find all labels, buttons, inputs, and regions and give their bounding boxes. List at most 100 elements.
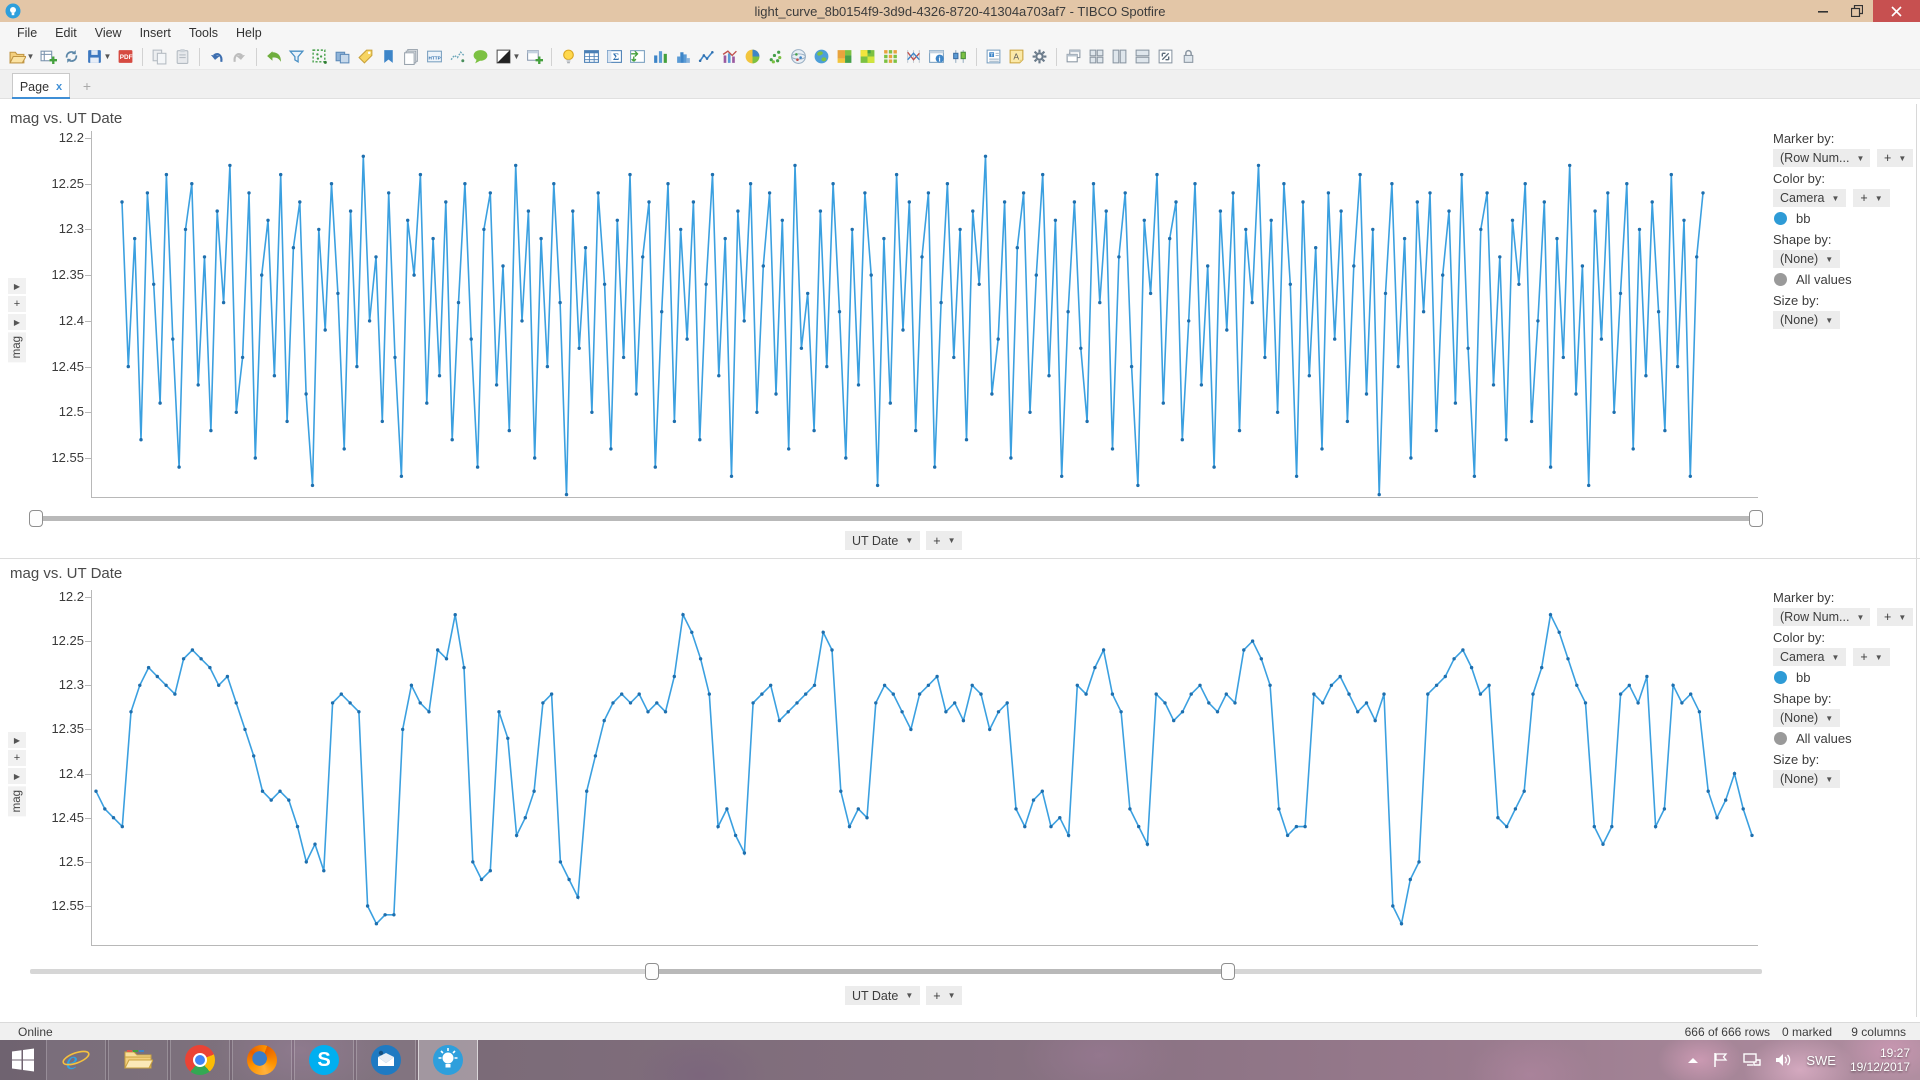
x-range-slider-handle-right[interactable]: [1221, 963, 1235, 980]
pages-icon[interactable]: [400, 46, 423, 68]
line-chart-plot[interactable]: [92, 590, 1758, 945]
size-by-dropdown[interactable]: (None) ▼: [1773, 770, 1840, 788]
comment-icon[interactable]: [469, 46, 492, 68]
tray-expand-icon[interactable]: [1687, 1056, 1699, 1064]
x-range-slider-handle-left[interactable]: [645, 963, 659, 980]
contrast-icon[interactable]: ▼: [492, 46, 523, 68]
shape-by-dropdown[interactable]: (None) ▼: [1773, 709, 1840, 727]
y-axis-add-button[interactable]: +: [8, 750, 26, 766]
y-axis-expand2-icon[interactable]: ▶: [8, 314, 26, 330]
x-axis-add-button[interactable]: + ▼: [926, 986, 962, 1005]
bar-chart-icon[interactable]: [649, 46, 672, 68]
redo-icon[interactable]: [228, 46, 251, 68]
open-file-icon[interactable]: ▼: [6, 46, 37, 68]
menu-tools[interactable]: Tools: [180, 26, 227, 40]
tile-vertical-icon[interactable]: [1108, 46, 1131, 68]
x-range-slider-selection[interactable]: [652, 969, 1228, 974]
tray-flag-icon[interactable]: [1713, 1052, 1729, 1068]
y-axis-label[interactable]: mag: [8, 332, 26, 362]
text-area-icon[interactable]: T: [982, 46, 1005, 68]
minimize-button[interactable]: [1807, 0, 1840, 22]
new-page-button[interactable]: +: [78, 78, 96, 96]
heat-map-icon[interactable]: [856, 46, 879, 68]
paste-icon[interactable]: [171, 46, 194, 68]
lock-icon[interactable]: [1177, 46, 1200, 68]
marker-by-add-button[interactable]: + ▼: [1877, 149, 1913, 167]
marking-icon[interactable]: [308, 46, 331, 68]
save-icon[interactable]: ▼: [83, 46, 114, 68]
line-chart-icon[interactable]: [695, 46, 718, 68]
refresh-icon[interactable]: [60, 46, 83, 68]
export-pdf-icon[interactable]: PDF: [114, 46, 137, 68]
histogram-icon[interactable]: [672, 46, 695, 68]
taskbar-firefox[interactable]: [232, 1040, 292, 1080]
bookmark-icon[interactable]: [377, 46, 400, 68]
color-by-add-button[interactable]: + ▼: [1853, 648, 1889, 666]
box-plot-icon[interactable]: [948, 46, 971, 68]
tray-clock[interactable]: 19:27 19/12/2017: [1850, 1046, 1910, 1074]
summary-table-icon[interactable]: Σ: [603, 46, 626, 68]
add-data-table-icon[interactable]: [37, 46, 60, 68]
x-axis-add-button[interactable]: + ▼: [926, 531, 962, 550]
color-legend-item[interactable]: bb: [1774, 211, 1920, 226]
details-icon[interactable]: i: [925, 46, 948, 68]
tab-close-icon[interactable]: x: [56, 81, 62, 93]
x-range-slider-handle-right[interactable]: [1749, 510, 1763, 527]
html-icon[interactable]: HTTP: [423, 46, 446, 68]
menu-edit[interactable]: Edit: [46, 26, 86, 40]
x-axis-dropdown[interactable]: UT Date ▼: [845, 986, 920, 1005]
layers-icon[interactable]: [331, 46, 354, 68]
undo-icon[interactable]: [205, 46, 228, 68]
copy-icon[interactable]: [148, 46, 171, 68]
scatter-3d-icon[interactable]: [787, 46, 810, 68]
table-icon[interactable]: [580, 46, 603, 68]
cross-table-icon[interactable]: [626, 46, 649, 68]
tray-language[interactable]: SWE: [1806, 1053, 1836, 1068]
color-legend-item[interactable]: bb: [1774, 670, 1920, 685]
menu-view[interactable]: View: [86, 26, 131, 40]
tile-windows-icon[interactable]: [1085, 46, 1108, 68]
size-by-dropdown[interactable]: (None) ▼: [1773, 311, 1840, 329]
taskbar-skype[interactable]: S: [294, 1040, 354, 1080]
color-by-add-button[interactable]: + ▼: [1853, 189, 1889, 207]
color-by-dropdown[interactable]: Camera ▼: [1773, 189, 1846, 207]
map-chart-icon[interactable]: [810, 46, 833, 68]
y-axis-expand-icon[interactable]: ▶: [8, 278, 26, 294]
y-axis-label[interactable]: mag: [8, 786, 26, 816]
close-button[interactable]: [1873, 0, 1920, 22]
all-values-legend-item[interactable]: All values: [1774, 272, 1920, 287]
menu-file[interactable]: File: [8, 26, 46, 40]
line-chart-plot[interactable]: [92, 131, 1758, 497]
taskbar-internet-explorer[interactable]: e: [46, 1040, 106, 1080]
sparkline-icon[interactable]: [446, 46, 469, 68]
start-button[interactable]: [0, 1040, 46, 1080]
all-values-legend-item[interactable]: All values: [1774, 731, 1920, 746]
marker-by-dropdown[interactable]: (Row Num... ▼: [1773, 149, 1870, 167]
settings-icon[interactable]: [1028, 46, 1051, 68]
restore-button[interactable]: [1840, 0, 1873, 22]
marker-by-add-button[interactable]: + ▼: [1877, 608, 1913, 626]
tile-horizontal-icon[interactable]: [1131, 46, 1154, 68]
y-axis-expand2-icon[interactable]: ▶: [8, 768, 26, 784]
x-range-slider-handle-left[interactable]: [29, 510, 43, 527]
shape-by-dropdown[interactable]: (None) ▼: [1773, 250, 1840, 268]
taskbar-chrome[interactable]: [170, 1040, 230, 1080]
back-icon[interactable]: [262, 46, 285, 68]
color-by-dropdown[interactable]: Camera ▼: [1773, 648, 1846, 666]
marker-by-dropdown[interactable]: (Row Num... ▼: [1773, 608, 1870, 626]
scatter-plot-icon[interactable]: [764, 46, 787, 68]
tag-icon[interactable]: [354, 46, 377, 68]
pie-chart-icon[interactable]: [741, 46, 764, 68]
x-range-slider-selection[interactable]: [36, 516, 1756, 521]
menu-insert[interactable]: Insert: [131, 26, 180, 40]
lightbulb-icon[interactable]: [557, 46, 580, 68]
treemap-icon[interactable]: [833, 46, 856, 68]
cascade-windows-icon[interactable]: [1062, 46, 1085, 68]
annotation-icon[interactable]: A: [1005, 46, 1028, 68]
taskbar-thunderbird[interactable]: [356, 1040, 416, 1080]
maximize-visualization-icon[interactable]: [1154, 46, 1177, 68]
taskbar-spotfire[interactable]: [418, 1040, 478, 1080]
taskbar-file-explorer[interactable]: [108, 1040, 168, 1080]
tray-volume-icon[interactable]: [1775, 1052, 1792, 1068]
y-axis-expand-icon[interactable]: ▶: [8, 732, 26, 748]
